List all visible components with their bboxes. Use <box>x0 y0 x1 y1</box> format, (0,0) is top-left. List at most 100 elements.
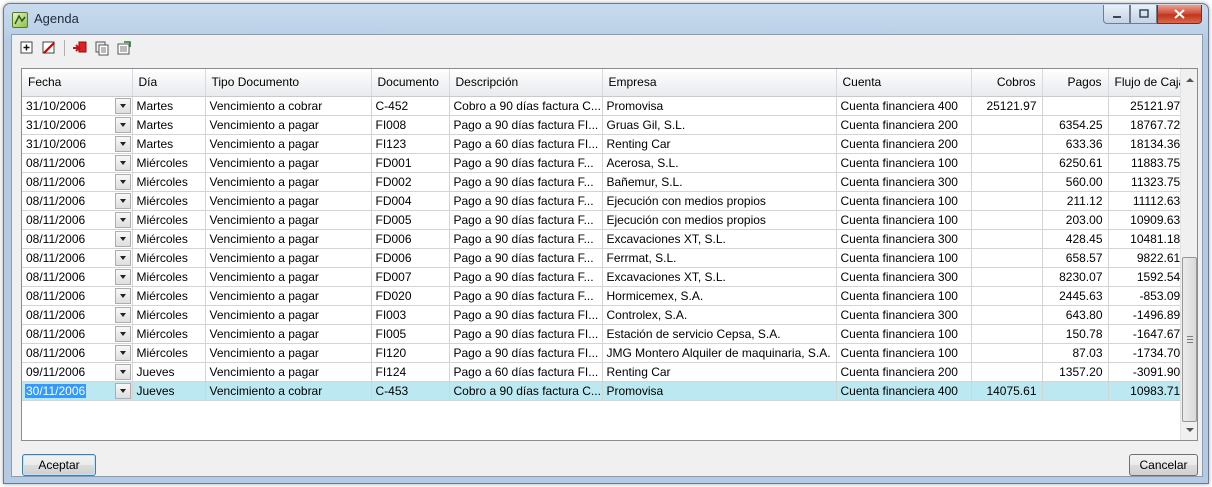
date-dropdown-icon[interactable] <box>114 306 131 323</box>
column-header-empresa[interactable]: Empresa <box>602 69 837 97</box>
cell-empresa[interactable]: JMG Montero Alquiler de maquinaria, S.A. <box>602 343 837 363</box>
cell-fecha[interactable]: 31/10/2006 <box>22 134 133 154</box>
table-row[interactable]: 08/11/2006 Miércoles Vencimiento a pagar FD… <box>22 248 1187 268</box>
agenda-grid[interactable]: Fecha Día Tipo Documento Documento Descr… <box>21 68 1198 441</box>
cell-dia[interactable]: Miércoles <box>132 305 206 325</box>
cell-descripcion[interactable]: Pago a 90 días factura FI... <box>449 343 603 363</box>
cell-pagos[interactable]: 87.03 <box>1042 343 1109 363</box>
cell-cuenta[interactable]: Cuenta financiera 100 <box>836 324 972 344</box>
date-dropdown-icon[interactable] <box>114 249 131 266</box>
cell-flujo-de-caja[interactable]: 10983.71 <box>1108 381 1187 401</box>
cell-cuenta[interactable]: Cuenta financiera 100 <box>836 210 972 230</box>
cell-dia[interactable]: Miércoles <box>132 286 206 306</box>
date-dropdown-icon[interactable] <box>114 154 131 171</box>
table-row[interactable]: 08/11/2006 Miércoles Vencimiento a pagar FD… <box>22 286 1187 306</box>
cell-flujo-de-caja[interactable]: -3091.90 <box>1108 362 1187 382</box>
cell-empresa[interactable]: Acerosa, S.L. <box>602 153 837 173</box>
cell-dia[interactable]: Miércoles <box>132 248 206 268</box>
cell-cuenta[interactable]: Cuenta financiera 300 <box>836 267 972 287</box>
column-header-fecha[interactable]: Fecha <box>22 69 133 97</box>
minimize-button[interactable] <box>1103 5 1130 24</box>
cell-descripcion[interactable]: Cobro a 90 días factura C... <box>449 96 603 116</box>
cell-pagos[interactable]: 211.12 <box>1042 191 1109 211</box>
cell-dia[interactable]: Miércoles <box>132 191 206 211</box>
cell-cobros[interactable] <box>971 362 1043 382</box>
cell-cuenta[interactable]: Cuenta financiera 400 <box>836 96 972 116</box>
cell-cuenta[interactable]: Cuenta financiera 100 <box>836 248 972 268</box>
cell-tipo-documento[interactable]: Vencimiento a pagar <box>205 343 372 363</box>
cell-fecha[interactable]: 08/11/2006 <box>22 248 133 268</box>
table-row[interactable]: 31/10/2006 Martes Vencimiento a pagar FI008… <box>22 115 1187 135</box>
cell-descripcion[interactable]: Pago a 90 días factura F... <box>449 153 603 173</box>
table-row[interactable]: 30/11/2006 Jueves Vencimiento a cobrar C-45… <box>22 381 1187 401</box>
cell-fecha[interactable]: 08/11/2006 <box>22 153 133 173</box>
cell-tipo-documento[interactable]: Vencimiento a cobrar <box>205 381 372 401</box>
cell-flujo-de-caja[interactable]: 18134.36 <box>1108 134 1187 154</box>
cell-cobros[interactable] <box>971 115 1043 135</box>
date-dropdown-icon[interactable] <box>114 268 131 285</box>
cell-tipo-documento[interactable]: Vencimiento a pagar <box>205 134 372 154</box>
cell-cuenta[interactable]: Cuenta financiera 300 <box>836 229 972 249</box>
cell-flujo-de-caja[interactable]: -1734.70 <box>1108 343 1187 363</box>
cell-tipo-documento[interactable]: Vencimiento a pagar <box>205 305 372 325</box>
table-row[interactable]: 31/10/2006 Martes Vencimiento a cobrar C-45… <box>22 96 1187 116</box>
cell-fecha[interactable]: 08/11/2006 <box>22 324 133 344</box>
accept-button[interactable]: Aceptar <box>22 454 96 476</box>
table-row[interactable]: 31/10/2006 Martes Vencimiento a pagar FI123… <box>22 134 1187 154</box>
cell-documento[interactable]: C-453 <box>371 381 450 401</box>
cell-pagos[interactable] <box>1042 381 1109 401</box>
cell-cuenta[interactable]: Cuenta financiera 400 <box>836 381 972 401</box>
date-dropdown-icon[interactable] <box>114 173 131 190</box>
column-header-cuenta[interactable]: Cuenta <box>836 69 972 97</box>
cell-fecha[interactable]: 08/11/2006 <box>22 172 133 192</box>
cell-empresa[interactable]: Renting Car <box>602 134 837 154</box>
cell-descripcion[interactable]: Pago a 90 días factura F... <box>449 267 603 287</box>
column-header-flujo-de-caja[interactable]: Flujo de Caja <box>1108 69 1187 97</box>
column-header-cobros[interactable]: Cobros <box>971 69 1043 97</box>
cell-empresa[interactable]: Promovisa <box>602 96 837 116</box>
cell-cobros[interactable] <box>971 134 1043 154</box>
cell-documento[interactable]: C-452 <box>371 96 450 116</box>
cell-tipo-documento[interactable]: Vencimiento a pagar <box>205 324 372 344</box>
cell-dia[interactable]: Miércoles <box>132 324 206 344</box>
cell-documento[interactable]: FI003 <box>371 305 450 325</box>
cell-cobros[interactable] <box>971 324 1043 344</box>
cell-documento[interactable]: FI120 <box>371 343 450 363</box>
cell-tipo-documento[interactable]: Vencimiento a pagar <box>205 172 372 192</box>
cell-cobros[interactable] <box>971 153 1043 173</box>
cell-flujo-de-caja[interactable]: 9822.61 <box>1108 248 1187 268</box>
date-dropdown-icon[interactable] <box>114 287 131 304</box>
cell-empresa[interactable]: Excavaciones XT, S.L. <box>602 229 837 249</box>
cell-cobros[interactable] <box>971 210 1043 230</box>
cancel-button[interactable]: Cancelar <box>1129 454 1198 476</box>
cell-empresa[interactable]: Controlex, S.A. <box>602 305 837 325</box>
cell-pagos[interactable]: 150.78 <box>1042 324 1109 344</box>
vertical-scrollbar[interactable] <box>1180 69 1197 440</box>
cell-fecha[interactable]: 08/11/2006 <box>22 191 133 211</box>
cell-flujo-de-caja[interactable]: 10481.18 <box>1108 229 1187 249</box>
import-button[interactable] <box>71 39 89 57</box>
cell-descripcion[interactable]: Pago a 90 días factura FI... <box>449 305 603 325</box>
table-row[interactable]: 08/11/2006 Miércoles Vencimiento a pagar FD… <box>22 210 1187 230</box>
cell-cobros[interactable]: 14075.61 <box>971 381 1043 401</box>
cell-pagos[interactable]: 633.36 <box>1042 134 1109 154</box>
cell-tipo-documento[interactable]: Vencimiento a pagar <box>205 153 372 173</box>
cell-cobros[interactable] <box>971 248 1043 268</box>
cell-cuenta[interactable]: Cuenta financiera 200 <box>836 134 972 154</box>
cell-cobros[interactable] <box>971 305 1043 325</box>
table-row[interactable]: 08/11/2006 Miércoles Vencimiento a pagar FD… <box>22 267 1187 287</box>
cell-cuenta[interactable]: Cuenta financiera 200 <box>836 115 972 135</box>
cell-cobros[interactable] <box>971 229 1043 249</box>
scroll-up-icon[interactable] <box>1181 71 1197 88</box>
table-row[interactable]: 08/11/2006 Miércoles Vencimiento a pagar FI… <box>22 324 1187 344</box>
date-dropdown-icon[interactable] <box>114 325 131 342</box>
cell-empresa[interactable]: Excavaciones XT, S.L. <box>602 267 837 287</box>
cell-empresa[interactable]: Ferrmat, S.L. <box>602 248 837 268</box>
cell-documento[interactable]: FD020 <box>371 286 450 306</box>
cell-documento[interactable]: FD004 <box>371 191 450 211</box>
cell-pagos[interactable]: 428.45 <box>1042 229 1109 249</box>
cell-pagos[interactable]: 203.00 <box>1042 210 1109 230</box>
cell-cuenta[interactable]: Cuenta financiera 100 <box>836 286 972 306</box>
cell-flujo-de-caja[interactable]: -1647.67 <box>1108 324 1187 344</box>
cell-dia[interactable]: Miércoles <box>132 153 206 173</box>
